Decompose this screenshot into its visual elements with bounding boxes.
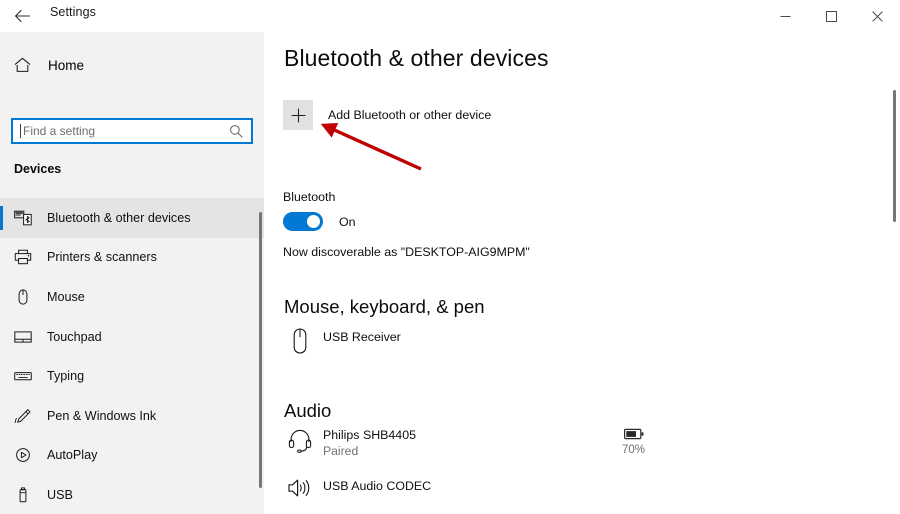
- search-placeholder: Find a setting: [23, 124, 96, 138]
- window-controls: [762, 0, 900, 32]
- sidebar-item-label: Mouse: [47, 289, 85, 304]
- sidebar-item-home[interactable]: Home: [0, 46, 264, 84]
- close-button[interactable]: [854, 0, 900, 32]
- usb-icon: [14, 487, 42, 503]
- bluetooth-toggle-state: On: [339, 214, 356, 229]
- bluetooth-section-label: Bluetooth: [283, 190, 336, 204]
- add-bluetooth-device-label: Add Bluetooth or other device: [328, 108, 492, 122]
- maximize-button[interactable]: [808, 0, 854, 32]
- pen-icon: [14, 408, 42, 424]
- back-button[interactable]: [6, 2, 38, 30]
- bluetooth-toggle-row[interactable]: On: [283, 212, 356, 231]
- device-row-usb-audio-codec[interactable]: USB Audio CODEC: [283, 477, 431, 499]
- minimize-icon: [780, 15, 790, 17]
- sidebar-item-autoplay[interactable]: AutoPlay: [0, 436, 264, 476]
- speaker-icon: [283, 477, 317, 499]
- mouse-device-icon: [283, 328, 317, 354]
- keyboard-icon: [14, 368, 42, 384]
- text-caret: [20, 124, 21, 138]
- maximize-icon: [825, 10, 837, 22]
- sidebar-item-label: Printers & scanners: [47, 250, 157, 265]
- sidebar-scrollbar-thumb[interactable]: [259, 212, 262, 488]
- sidebar-item-touchpad[interactable]: Touchpad: [0, 317, 264, 357]
- plus-icon: [291, 108, 305, 122]
- bluetooth-devices-icon: [14, 210, 42, 226]
- device-row-usb-receiver[interactable]: USB Receiver: [283, 328, 401, 354]
- app-title: Settings: [50, 5, 96, 19]
- home-icon: [14, 57, 44, 73]
- search-input[interactable]: Find a setting: [11, 118, 253, 144]
- close-icon: [871, 10, 883, 22]
- device-text: USB Audio CODEC: [323, 477, 431, 495]
- sidebar-item-usb[interactable]: USB: [0, 475, 264, 514]
- sidebar-item-label: AutoPlay: [47, 448, 98, 463]
- section-title-mouse-keyboard-pen: Mouse, keyboard, & pen: [284, 296, 485, 317]
- back-arrow-icon: [14, 9, 30, 23]
- autoplay-icon: [14, 447, 42, 463]
- headset-icon: [283, 428, 317, 454]
- device-text: Philips SHB4405 Paired: [323, 428, 416, 459]
- sidebar-home-label: Home: [48, 57, 85, 73]
- sidebar-item-typing[interactable]: Typing: [0, 356, 264, 396]
- discoverable-text: Now discoverable as "DESKTOP-AIG9MPM": [283, 245, 530, 259]
- device-name: Philips SHB4405: [323, 428, 416, 442]
- add-bluetooth-device-row[interactable]: Add Bluetooth or other device: [283, 100, 491, 130]
- add-bluetooth-plus-button[interactable]: [283, 100, 313, 130]
- sidebar-item-label: Typing: [47, 369, 85, 384]
- settings-window: Settings Home Find a setting Devices Blu…: [0, 0, 900, 514]
- mouse-icon: [14, 289, 42, 305]
- sidebar-nav-list: Bluetooth & other devices Printers & sca…: [0, 198, 264, 514]
- device-row-philips-shb4405[interactable]: Philips SHB4405 Paired: [283, 428, 416, 459]
- device-name: USB Audio CODEC: [323, 479, 432, 493]
- bluetooth-toggle-switch[interactable]: [283, 212, 323, 231]
- sidebar-group-header: Devices: [14, 162, 62, 176]
- sidebar-item-mouse[interactable]: Mouse: [0, 277, 264, 317]
- device-text: USB Receiver: [323, 328, 401, 346]
- main-content: Bluetooth & other devices Add Bluetooth …: [264, 32, 900, 514]
- main-scrollbar-thumb[interactable]: [893, 90, 896, 222]
- sidebar-item-printers-scanners[interactable]: Printers & scanners: [0, 238, 264, 278]
- section-title-audio: Audio: [284, 400, 332, 421]
- sidebar-item-pen-windows-ink[interactable]: Pen & Windows Ink: [0, 396, 264, 436]
- sidebar-item-label: Pen & Windows Ink: [47, 408, 157, 423]
- sidebar-item-bluetooth-devices[interactable]: Bluetooth & other devices: [0, 198, 264, 238]
- minimize-button[interactable]: [762, 0, 808, 32]
- device-name: USB Receiver: [323, 330, 401, 344]
- sidebar: Home Find a setting Devices Bluetooth & …: [0, 32, 264, 514]
- device-status: Paired: [323, 444, 359, 458]
- touchpad-icon: [14, 329, 42, 345]
- printer-icon: [14, 249, 42, 265]
- sidebar-item-label: Touchpad: [47, 329, 102, 344]
- page-title: Bluetooth & other devices: [284, 45, 549, 71]
- battery-percent: 70%: [622, 444, 646, 456]
- title-bar: Settings: [0, 0, 900, 32]
- battery-icon: [623, 428, 644, 440]
- search-icon: [229, 124, 243, 138]
- sidebar-item-label: Bluetooth & other devices: [47, 210, 191, 225]
- battery-indicator: 70%: [622, 428, 645, 456]
- sidebar-item-label: USB: [47, 487, 73, 502]
